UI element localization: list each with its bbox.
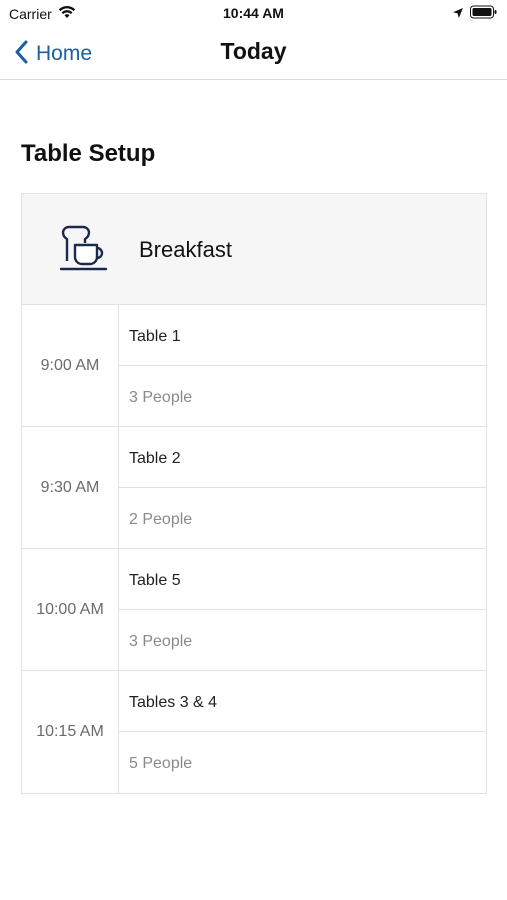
- slot-table: Table 5: [119, 549, 486, 610]
- status-bar: Carrier 10:44 AM: [0, 0, 507, 28]
- section-title: Table Setup: [21, 140, 156, 167]
- meal-header: Breakfast: [22, 194, 486, 305]
- page-title: Today: [220, 38, 287, 64]
- slot-info: Tables 3 & 4 5 People: [119, 671, 486, 793]
- navigation-bar: Home Today: [0, 28, 507, 80]
- slot-table: Table 2: [119, 427, 486, 488]
- slot-time: 10:15 AM: [22, 671, 119, 793]
- table-row[interactable]: 10:00 AM Table 5 3 People: [22, 549, 486, 671]
- coffee-toast-icon: [57, 225, 109, 276]
- slot-table: Tables 3 & 4: [119, 671, 486, 732]
- status-time: 10:44 AM: [223, 5, 284, 21]
- location-arrow-icon: [446, 6, 464, 22]
- slot-people: 5 People: [129, 755, 193, 772]
- slot-time: 10:00 AM: [22, 549, 119, 670]
- table-row[interactable]: 9:00 AM Table 1 3 People: [22, 305, 486, 427]
- slot-info: Table 2 2 People: [119, 427, 486, 548]
- slot-people: 2 People: [129, 511, 193, 528]
- table-setup-card: Breakfast 9:00 AM Table 1 3 People 9:30 …: [21, 193, 487, 794]
- table-row[interactable]: 10:15 AM Tables 3 & 4 5 People: [22, 671, 486, 793]
- slot-table: Table 1: [119, 305, 486, 366]
- slot-info: Table 1 3 People: [119, 305, 486, 426]
- slot-info: Table 5 3 People: [119, 549, 486, 670]
- slot-people: 3 People: [129, 389, 193, 406]
- slot-time: 9:00 AM: [22, 305, 119, 426]
- table-row[interactable]: 9:30 AM Table 2 2 People: [22, 427, 486, 549]
- meal-label: Breakfast: [139, 237, 232, 262]
- slot-time: 9:30 AM: [22, 427, 119, 548]
- status-right: [446, 5, 498, 22]
- battery-icon: [464, 5, 498, 22]
- slot-people: 3 People: [129, 633, 193, 650]
